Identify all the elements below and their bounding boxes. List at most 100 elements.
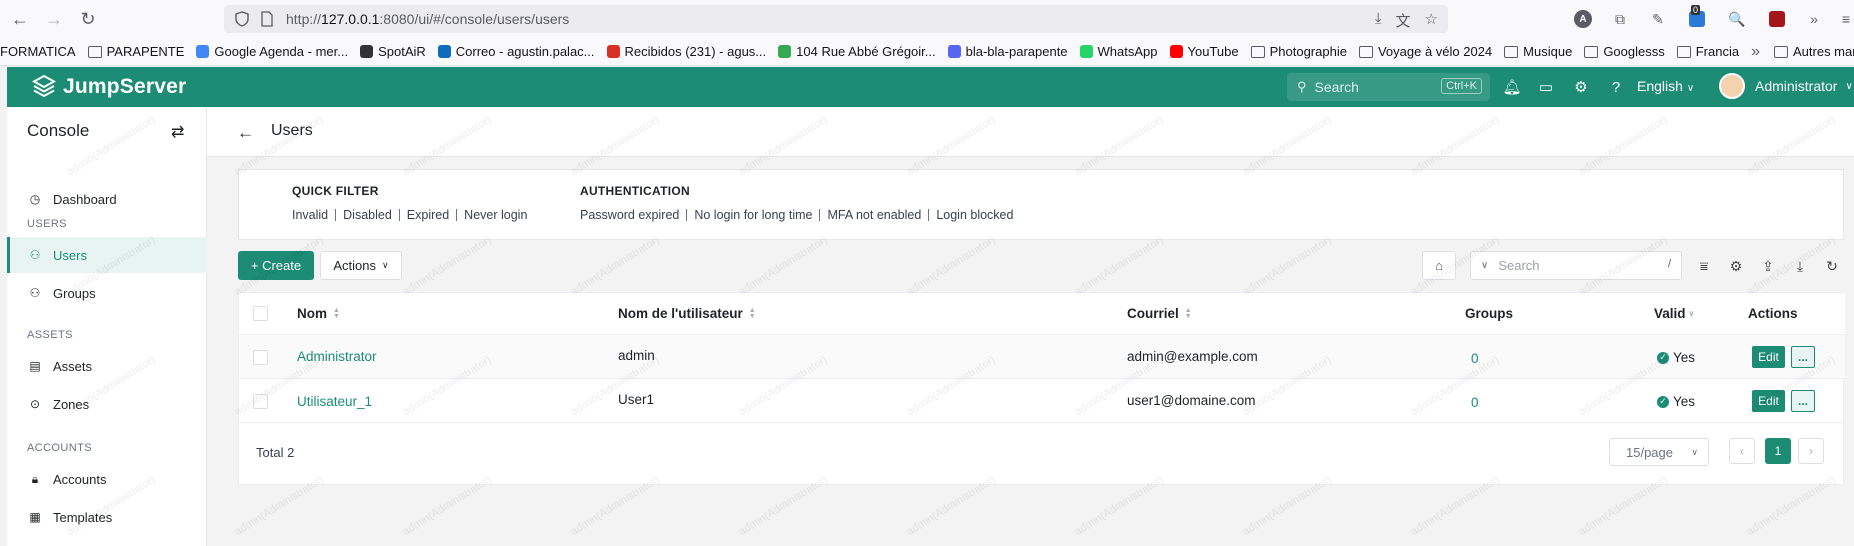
search-extension-icon[interactable]: 🔍: [1727, 9, 1747, 29]
sidebar-item-templates[interactable]: ▦ Templates: [7, 499, 207, 535]
bookmarks-overflow-icon[interactable]: »: [1751, 43, 1760, 61]
bookmark-item[interactable]: Autres marque-pag: [1774, 44, 1854, 59]
bookmark-item[interactable]: Photographie: [1250, 44, 1347, 59]
next-page-button[interactable]: ›: [1798, 438, 1824, 464]
select-all-checkbox[interactable]: [253, 306, 268, 321]
bookmark-item[interactable]: WhatsApp: [1079, 44, 1158, 59]
more-actions-button[interactable]: ...: [1791, 346, 1815, 368]
auth-filter-option[interactable]: MFA not enabled: [827, 208, 921, 222]
folder-icon: [1504, 45, 1519, 58]
bookmark-item[interactable]: Francia: [1676, 44, 1739, 59]
language-selector[interactable]: English ∨: [1637, 78, 1694, 94]
user-name-link[interactable]: Utilisateur_1: [297, 394, 372, 409]
column-header-valid[interactable]: Valid ∨: [1654, 306, 1694, 321]
back-arrow-icon[interactable]: ←: [237, 123, 254, 143]
sidebar-item-assets[interactable]: ▤ Assets: [7, 348, 207, 384]
download-icon[interactable]: ⤓: [1375, 10, 1382, 31]
bookmarks-bar: FORMATICA PARAPENTE Google Agenda - mer...…: [0, 38, 1854, 66]
quick-filter-option[interactable]: Never login: [464, 208, 527, 222]
column-filter-icon[interactable]: ⩸: [1695, 257, 1713, 275]
user-groups-count[interactable]: 0: [1471, 351, 1479, 366]
bookmark-item[interactable]: YouTube: [1169, 44, 1239, 59]
quick-filter-option[interactable]: Expired: [407, 208, 449, 222]
more-actions-button[interactable]: ...: [1791, 390, 1815, 412]
sort-icon[interactable]: ▲ ▼: [749, 307, 756, 320]
quick-filter-option[interactable]: Disabled: [343, 208, 392, 222]
row-checkbox[interactable]: [253, 394, 268, 409]
sort-icon[interactable]: ▲ ▼: [333, 307, 340, 320]
profile-icon[interactable]: A: [1573, 9, 1593, 29]
prev-page-button[interactable]: ‹: [1729, 438, 1755, 464]
bell-icon[interactable]: 🔔︎: [1502, 78, 1521, 96]
tag-filter-button[interactable]: ⌂: [1422, 251, 1456, 280]
bookmark-item[interactable]: PARAPENTE: [87, 44, 184, 59]
pen-extension-icon[interactable]: ✎: [1648, 9, 1668, 29]
tag-icon: ⌂: [1435, 258, 1443, 273]
auth-filter-group: AUTHENTICATION Password expired No login …: [580, 184, 1013, 222]
back-arrow-icon[interactable]: ←: [6, 5, 34, 33]
star-icon[interactable]: ☆: [1425, 10, 1438, 31]
auth-filter-option[interactable]: No login for long time: [694, 208, 812, 222]
auth-filter-option[interactable]: Login blocked: [936, 208, 1013, 222]
current-page[interactable]: 1: [1765, 438, 1791, 464]
user-name-link[interactable]: Administrator: [297, 349, 377, 364]
edit-button[interactable]: Edit: [1752, 390, 1785, 412]
global-search-input[interactable]: ⚲ Search Ctrl+K: [1287, 73, 1490, 101]
sidebar-item-groups[interactable]: ⚇ Groups: [7, 275, 207, 311]
sort-icon[interactable]: ▲ ▼: [1185, 307, 1192, 320]
ublock-icon[interactable]: [1767, 9, 1787, 29]
column-header-username[interactable]: Nom de l'utilisateur ▲ ▼: [618, 306, 756, 321]
bookmark-item[interactable]: 104 Rue Abbé Grégoir...: [778, 44, 936, 59]
bookmark-item[interactable]: FORMATICA: [0, 44, 76, 59]
users-table: Nom ▲ ▼ Nom de l'utilisateur ▲ ▼ Courriel ▲ ▼ …: [238, 292, 1845, 485]
user-menu[interactable]: Administrator ∨: [1719, 73, 1853, 99]
edit-button[interactable]: Edit: [1752, 346, 1785, 368]
total-count: Total 2: [256, 445, 295, 460]
download-icon[interactable]: ⤓: [1791, 257, 1809, 275]
row-checkbox[interactable]: [253, 350, 268, 365]
chevron-down-icon: ∨: [1845, 80, 1853, 92]
quick-filter-option[interactable]: Invalid: [292, 208, 328, 222]
sidebar-item-dashboard[interactable]: ◷ Dashboard: [7, 181, 207, 217]
switch-view-icon[interactable]: ⇄: [171, 122, 184, 142]
bookmark-item[interactable]: Voyage à vélo 2024: [1358, 44, 1492, 59]
terminal-icon[interactable]: ▭: [1537, 78, 1555, 96]
auth-filter-option[interactable]: Password expired: [580, 208, 679, 222]
brand-logo[interactable]: JumpServer: [31, 74, 186, 100]
bookmark-item[interactable]: Musique: [1504, 44, 1572, 59]
sidebar-item-accounts[interactable]: 🔒︎ Accounts: [7, 461, 207, 497]
jumpserver-logo-icon: [31, 74, 57, 98]
upload-icon[interactable]: ⇪: [1759, 257, 1777, 275]
bookmark-item[interactable]: Recibidos (231) - agus...: [606, 44, 766, 59]
create-button[interactable]: + Create: [238, 251, 314, 280]
bookmark-item[interactable]: Correo - agustin.palac...: [437, 44, 595, 59]
page-size-select[interactable]: 15/page ∨: [1609, 438, 1709, 466]
table-row: Administrator admin admin@example.com 0 …: [239, 335, 1845, 379]
bookmark-item[interactable]: bla-bla-parapente: [947, 44, 1068, 59]
translate-icon[interactable]: 文: [1396, 10, 1411, 31]
site-favicon-icon: [360, 45, 374, 58]
sidebar-item-users[interactable]: ⚇ Users: [7, 237, 207, 273]
column-header-email[interactable]: Courriel ▲ ▼: [1127, 306, 1192, 321]
user-groups-count[interactable]: 0: [1471, 395, 1479, 410]
forward-arrow-icon[interactable]: →: [40, 5, 68, 33]
overflow-chevron-icon[interactable]: »: [1804, 9, 1824, 29]
refresh-icon[interactable]: ↻: [1823, 257, 1841, 275]
gear-icon[interactable]: ⚙: [1572, 78, 1590, 96]
sidebar: Console ⇄ ◷ Dashboard USERS ⚇ Users ⚇ Gr…: [7, 107, 207, 546]
lock-icon: 🔒︎: [31, 471, 39, 486]
settings-icon[interactable]: ⚙: [1727, 257, 1745, 275]
reload-icon[interactable]: ↻: [74, 5, 102, 33]
bookmark-item[interactable]: SpotAiR: [360, 44, 426, 59]
menu-icon[interactable]: ≡: [1836, 9, 1854, 29]
bookmark-item[interactable]: Google Agenda - mer...: [196, 44, 348, 59]
actions-dropdown[interactable]: Actions ∨: [320, 251, 402, 280]
help-icon[interactable]: ?: [1607, 78, 1625, 96]
notification-extension-icon[interactable]: 0: [1687, 5, 1707, 29]
extensions-icon[interactable]: ⧉: [1610, 9, 1630, 29]
column-header-name[interactable]: Nom ▲ ▼: [297, 306, 340, 321]
bookmark-item[interactable]: Googlesss: [1584, 44, 1665, 59]
sidebar-item-zones[interactable]: ⊙ Zones: [7, 386, 207, 422]
table-search-input[interactable]: ∨ Search /: [1470, 251, 1682, 280]
address-bar[interactable]: http://127.0.0.1:8080/ui/#/console/users…: [224, 5, 1448, 33]
